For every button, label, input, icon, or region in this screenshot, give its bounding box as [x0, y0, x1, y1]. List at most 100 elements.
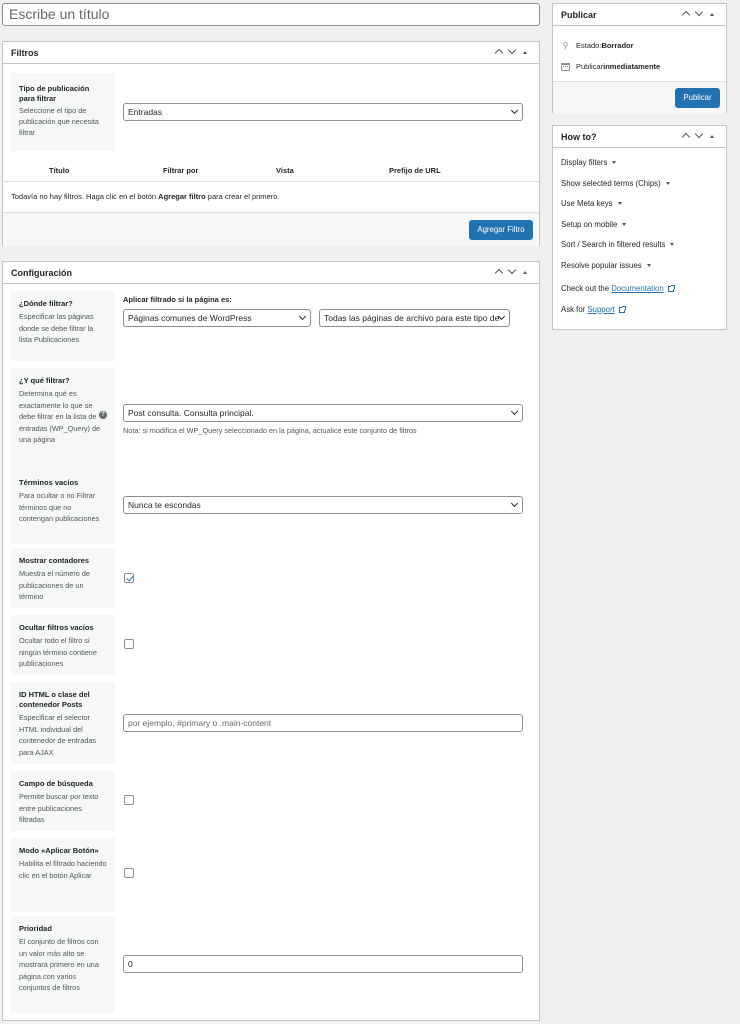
- empty-filters-message: Todavía no hay filtros. Haga clic en el …: [11, 192, 280, 201]
- show-counters-checkbox[interactable]: [124, 573, 134, 583]
- chevron-down-icon: [510, 499, 519, 508]
- container-selector-input[interactable]: por ejemplo, #primary o .main-content: [123, 714, 523, 732]
- what-filter-label: ¿Y qué filtrar?: [19, 376, 70, 385]
- post-type-select[interactable]: Entradas: [123, 103, 523, 121]
- collapse-toggle-icon[interactable]: [705, 12, 718, 18]
- hide-empty-label-cell: Ocultar filtros vacíos Ocultar todo el f…: [11, 615, 115, 675]
- publish-time-line: Publicar inmediatamente: [561, 62, 660, 71]
- where-filter-description: Especificar las páginas donde se debe fi…: [19, 312, 94, 344]
- apply-button-checkbox[interactable]: [124, 868, 134, 878]
- page-type-select-value: Páginas comunes de WordPress: [128, 313, 252, 323]
- column-header-title: Título: [49, 166, 70, 175]
- filters-table-header: Título Filtrar por Vista Prefijo de URL: [3, 160, 539, 182]
- empty-terms-label-cell: Términos vacíos Para ocultar o no Filtra…: [11, 470, 115, 544]
- publish-panel: Publicar ⚲ Estado: Borrador Publicar inm…: [552, 3, 727, 113]
- support-line: Ask for Support: [561, 305, 626, 314]
- support-link[interactable]: Support: [587, 305, 614, 314]
- howto-item-popular-issues[interactable]: Resolve popular issues: [561, 261, 651, 270]
- wp-query-note: Nota: si modifica el WP_Query selecciona…: [123, 426, 417, 435]
- move-down-icon[interactable]: [692, 129, 705, 142]
- calendar-icon: [561, 62, 570, 71]
- move-down-icon[interactable]: [505, 45, 518, 58]
- wp-query-select[interactable]: Post consulta. Consulta principal.: [123, 404, 523, 422]
- priority-input[interactable]: 0: [123, 955, 523, 973]
- move-down-icon[interactable]: [692, 7, 705, 20]
- priority-label-cell: Prioridad El conjunto de filtros con un …: [11, 916, 115, 1013]
- column-header-filter-by: Filtrar por: [163, 166, 199, 175]
- howto-panel: How to? Display filters Show selected te…: [552, 125, 727, 330]
- what-filter-label-cell: ¿Y qué filtrar? Determina qué es exactam…: [11, 368, 115, 470]
- publish-button[interactable]: Publicar: [675, 88, 720, 108]
- show-counters-label: Mostrar contadores: [19, 556, 90, 565]
- caret-down-icon: [622, 223, 627, 227]
- archive-pages-select-value: Todas las páginas de archivo para este t…: [324, 313, 500, 323]
- help-icon[interactable]: ?: [99, 411, 107, 419]
- apply-button-description: Habilita el filtrado haciendo clic en el…: [19, 859, 107, 880]
- where-filter-label: ¿Dónde filtrar?: [19, 299, 73, 308]
- priority-label: Prioridad: [19, 924, 52, 933]
- post-type-description: Seleccione el tipo de publicación que ne…: [19, 106, 99, 137]
- apply-button-label: Modo «Aplicar Botón»: [19, 846, 99, 855]
- empty-terms-select-value: Nunca te escondas: [128, 500, 201, 510]
- settings-panel-header: Configuración: [3, 262, 539, 284]
- apply-filter-label: Aplicar filtrado si la página es:: [123, 295, 232, 304]
- post-type-label-cell: Tipo de publicación para filtrar Selecci…: [11, 73, 115, 151]
- column-header-view: Vista: [276, 166, 294, 175]
- column-header-url-prefix: Prefijo de URL: [389, 166, 441, 175]
- move-up-icon[interactable]: [679, 131, 692, 142]
- apply-button-label-cell: Modo «Aplicar Botón» Habilita el filtrad…: [11, 838, 115, 912]
- search-field-label-cell: Campo de búsqueda Permite buscar por tex…: [11, 771, 115, 831]
- howto-item-display-filters[interactable]: Display filters: [561, 158, 617, 167]
- settings-panel: Configuración ¿Dónde filtrar? Especifica…: [2, 261, 540, 1021]
- status-value: Borrador: [601, 41, 634, 50]
- hide-empty-description: Ocultar todo el filtro si ningún término…: [19, 636, 97, 668]
- caret-down-icon: [646, 264, 651, 268]
- chevron-down-icon: [510, 106, 519, 115]
- caret-down-icon: [665, 182, 670, 186]
- publish-panel-title: Publicar: [561, 9, 597, 20]
- search-field-label: Campo de búsqueda: [19, 779, 93, 788]
- filters-footer: Agregar Filtro: [3, 212, 539, 246]
- move-up-icon[interactable]: [492, 267, 505, 278]
- howto-item-meta-keys[interactable]: Use Meta keys: [561, 199, 622, 208]
- collapse-toggle-icon[interactable]: [518, 270, 531, 276]
- howto-item-sort-search[interactable]: Sort / Search in filtered results: [561, 240, 675, 249]
- show-counters-label-cell: Mostrar contadores Muestra el número de …: [11, 548, 115, 608]
- chevron-down-icon: [510, 407, 519, 416]
- wp-query-select-value: Post consulta. Consulta principal.: [128, 408, 254, 418]
- caret-down-icon: [617, 202, 622, 206]
- filters-panel-header: Filtros: [3, 42, 539, 64]
- post-type-label: Tipo de publicación para filtrar: [19, 84, 90, 103]
- where-filter-label-cell: ¿Dónde filtrar? Especificar las páginas …: [11, 291, 115, 361]
- move-up-icon[interactable]: [492, 47, 505, 58]
- move-down-icon[interactable]: [505, 265, 518, 278]
- collapse-toggle-icon[interactable]: [705, 134, 718, 140]
- move-up-icon[interactable]: [679, 9, 692, 20]
- publish-actions: Publicar: [553, 81, 726, 113]
- collapse-toggle-icon[interactable]: [518, 50, 531, 56]
- howto-item-mobile[interactable]: Setup on mobile: [561, 220, 627, 229]
- search-field-checkbox[interactable]: [124, 795, 134, 805]
- caret-down-icon: [670, 243, 675, 247]
- publish-time-value: inmediatamente: [603, 62, 661, 71]
- container-label-cell: ID HTML o clase del contenedor Posts Esp…: [11, 682, 115, 764]
- howto-panel-title: How to?: [561, 131, 597, 142]
- documentation-link[interactable]: Documentation: [611, 284, 663, 293]
- pin-icon: ⚲: [562, 41, 569, 50]
- add-filter-button[interactable]: Agregar Filtro: [469, 220, 533, 240]
- empty-terms-select[interactable]: Nunca te escondas: [123, 496, 523, 514]
- post-title-input[interactable]: Escribe un título: [2, 3, 540, 26]
- howto-item-selected-terms[interactable]: Show selected terms (Chips): [561, 179, 670, 188]
- publish-panel-header: Publicar: [553, 4, 726, 26]
- caret-down-icon: [612, 161, 617, 165]
- empty-terms-description: Para ocultar o no Filtrar términos que n…: [19, 491, 100, 523]
- search-field-description: Permite buscar por texto entre publicaci…: [19, 792, 99, 824]
- container-description: Especificar el selector HTML individual …: [19, 713, 97, 757]
- empty-terms-label: Términos vacíos: [19, 478, 79, 487]
- chevron-down-icon: [298, 312, 307, 321]
- priority-description: El conjunto de filtros con un valor más …: [19, 937, 99, 992]
- hide-empty-checkbox[interactable]: [124, 639, 134, 649]
- page-type-select[interactable]: Páginas comunes de WordPress: [123, 309, 311, 327]
- archive-pages-select[interactable]: Todas las páginas de archivo para este t…: [319, 309, 510, 327]
- howto-panel-header: How to?: [553, 126, 726, 148]
